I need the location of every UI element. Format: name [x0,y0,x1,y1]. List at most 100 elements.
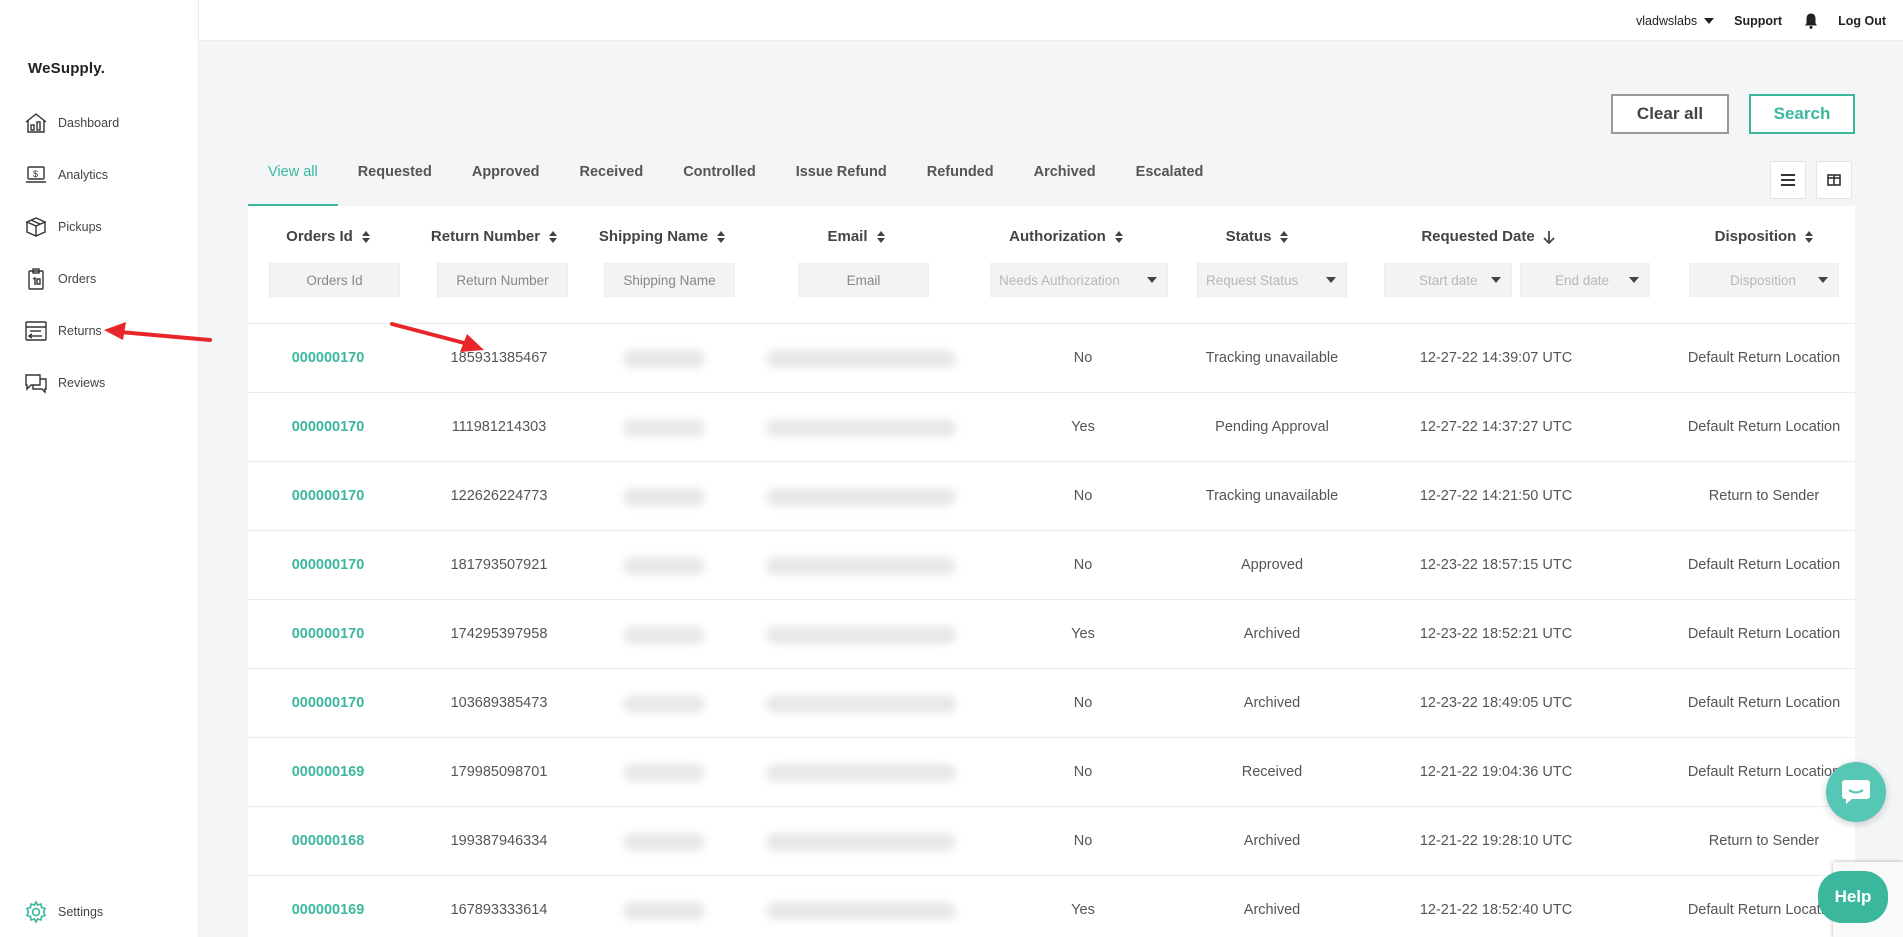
sidebar-item-label: Returns [58,324,102,338]
table-row[interactable]: 000000170 122626224773 No Tracking unava… [248,462,1855,531]
return-number-filter[interactable]: Return Number [437,263,568,297]
authorization-cell: Yes [1071,419,1095,435]
order-id-link[interactable]: 000000170 [260,462,396,531]
order-id-link[interactable]: 000000170 [260,600,396,669]
table-row[interactable]: 000000168 199387946334 No Archived 12-21… [248,807,1855,876]
status-select-value: Request Status [1206,272,1299,288]
column-header-status[interactable]: Status [1184,228,1330,245]
shipping-name-redacted [623,833,705,851]
disposition-select[interactable]: Disposition [1689,263,1839,297]
order-id-link[interactable]: 000000168 [260,807,396,876]
clear-all-button[interactable]: Clear all [1611,94,1729,134]
support-link[interactable]: Support [1734,14,1782,28]
sort-icon [1280,230,1289,243]
disposition-select-value: Disposition [1730,272,1797,288]
column-view-icon [1827,174,1841,186]
authorization-cell: Yes [1071,626,1095,642]
order-id-link[interactable]: 000000169 [260,876,396,937]
bell-icon[interactable] [1802,12,1820,30]
authorization-cell: No [1073,350,1093,366]
sidebar-item-pickups[interactable]: Pickups [24,212,102,242]
tab-escalated[interactable]: Escalated [1116,152,1224,206]
column-header-orders-id[interactable]: Orders Id [260,228,396,245]
table-header: Orders Id Return Number Shipping Name Em… [248,206,1855,324]
tab-requested[interactable]: Requested [338,152,452,206]
authorization-select[interactable]: Needs Authorization [990,263,1168,297]
help-button[interactable]: Help [1818,871,1888,923]
status-select[interactable]: Request Status [1197,263,1347,297]
analytics-icon: $ [26,166,46,183]
app-logo: WeSupply. [28,60,106,77]
sidebar-item-orders[interactable]: Orders [24,264,96,294]
column-header-requested-date[interactable]: Requested Date [1358,228,1618,245]
start-date-select[interactable]: Start date [1384,263,1512,297]
order-id-link[interactable]: 000000170 [260,324,396,393]
sidebar-item-label: Dashboard [58,116,120,130]
table-row[interactable]: 000000170 111981214303 Yes Pending Appro… [248,393,1855,462]
chat-widget-button[interactable] [1826,762,1886,822]
user-menu[interactable]: vladwslabs [1636,14,1715,28]
orders-id-filter[interactable]: Orders Id [269,263,400,297]
returns-table: Orders Id Return Number Shipping Name Em… [248,206,1855,937]
tab-issue-refund[interactable]: Issue Refund [776,152,907,206]
sidebar-item-reviews[interactable]: Reviews [24,368,105,398]
column-header-authorization[interactable]: Authorization [978,228,1154,245]
tab-controlled[interactable]: Controlled [663,152,776,206]
column-header-shipping-name[interactable]: Shipping Name [594,228,730,245]
sidebar-item-settings[interactable]: Settings [24,897,103,927]
column-header-disposition[interactable]: Disposition [1684,228,1844,245]
column-view-button[interactable] [1816,161,1852,199]
returns-icon [25,321,47,341]
sort-icon [717,230,726,243]
sidebar-item-dashboard[interactable]: Dashboard [24,108,119,138]
tab-view-all[interactable]: View all [248,152,338,206]
sidebar: WeSupply. Dashboard $ Analytics Pickups … [0,0,199,937]
arrow-down-icon [1543,230,1555,244]
end-date-select[interactable]: End date [1520,263,1650,297]
status-cell: Archived [1243,833,1301,849]
shipping-name-redacted [623,764,705,782]
order-id-link[interactable]: 000000169 [260,738,396,807]
sidebar-item-returns[interactable]: Returns [24,316,102,346]
sort-icon [876,230,885,243]
search-button[interactable]: Search [1749,94,1855,134]
sort-icon [1114,230,1123,243]
table-row[interactable]: 000000170 181793507921 No Approved 12-23… [248,531,1855,600]
email-redacted [766,419,956,437]
sidebar-item-label: Pickups [58,220,102,234]
email-redacted [766,350,956,368]
shipping-name-redacted [623,419,705,437]
return-number-cell: 199387946334 [450,833,548,849]
disposition-cell: Default Return Location [1687,695,1841,711]
top-bar: vladwslabs Support Log Out [199,0,1903,41]
chevron-down-icon [1491,277,1501,283]
status-cell: Tracking unavailable [1205,488,1339,504]
clipboard-icon [28,268,44,290]
tab-refunded[interactable]: Refunded [907,152,1014,206]
user-name: vladwslabs [1636,14,1698,28]
table-row[interactable]: 000000169 167893333614 Yes Archived 12-2… [248,876,1855,937]
tab-approved[interactable]: Approved [452,152,560,206]
table-row[interactable]: 000000170 174295397958 Yes Archived 12-2… [248,600,1855,669]
logout-link[interactable]: Log Out [1838,14,1886,28]
table-row[interactable]: 000000170 185931385467 No Tracking unava… [248,324,1855,393]
list-view-button[interactable] [1770,161,1806,199]
authorization-cell: No [1073,833,1093,849]
column-header-email[interactable]: Email [788,228,924,245]
sidebar-item-analytics[interactable]: $ Analytics [24,160,108,190]
requested-date-cell: 12-27-22 14:39:07 UTC [1419,350,1573,366]
shipping-name-filter[interactable]: Shipping Name [604,263,735,297]
order-id-link[interactable]: 000000170 [260,393,396,462]
column-header-return-number[interactable]: Return Number [426,228,562,245]
tab-received[interactable]: Received [560,152,664,206]
status-cell: Approved [1240,557,1304,573]
chevron-down-icon [1326,277,1336,283]
email-filter[interactable]: Email [798,263,929,297]
email-redacted [766,764,956,782]
table-row[interactable]: 000000169 179985098701 No Received 12-21… [248,738,1855,807]
return-number-cell: 181793507921 [450,557,548,573]
table-row[interactable]: 000000170 103689385473 No Archived 12-23… [248,669,1855,738]
tab-archived[interactable]: Archived [1014,152,1116,206]
order-id-link[interactable]: 000000170 [260,531,396,600]
order-id-link[interactable]: 000000170 [260,669,396,738]
